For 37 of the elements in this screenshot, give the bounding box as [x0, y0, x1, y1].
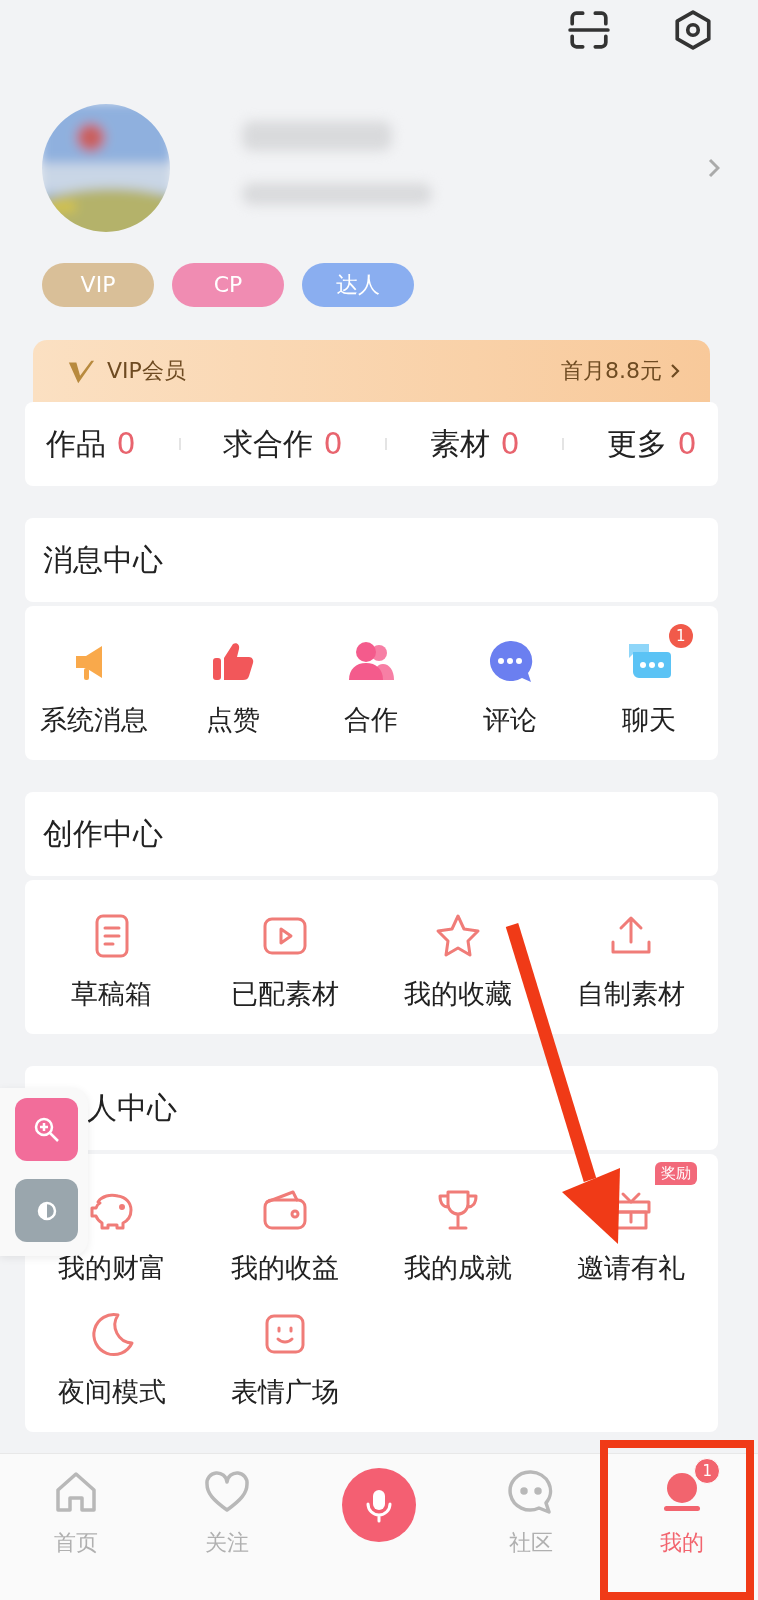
settings-icon[interactable] — [672, 9, 714, 51]
chat-bubble-icon — [506, 1468, 555, 1516]
section-header: 消息中心 — [25, 518, 718, 602]
section-header: 人中心 — [25, 1066, 718, 1150]
badge: 达人 — [302, 263, 414, 307]
menu-item[interactable]: 评论 — [440, 614, 580, 738]
menu-item[interactable]: 我的财富 — [25, 1162, 199, 1286]
chevron-right-icon[interactable] — [708, 157, 720, 178]
count-badge: 1 — [694, 1458, 721, 1484]
badge: CP — [172, 263, 284, 307]
stat-item[interactable]: 求合作 0 — [223, 423, 343, 465]
menu-item[interactable]: 1 聊天 — [579, 614, 718, 738]
menu-item[interactable]: 点赞 — [163, 614, 303, 738]
menu-item[interactable]: 我的收藏 — [371, 888, 545, 1012]
badge: VIP — [42, 263, 154, 307]
reward-tag: 奖励 — [655, 1162, 698, 1185]
vip-banner[interactable]: VIP会员 首月8.8元 — [33, 340, 710, 402]
menu-item[interactable]: 我的收益 — [198, 1162, 372, 1286]
menu-item[interactable]: 表情广场 — [198, 1286, 372, 1410]
vip-title: VIP会员 — [107, 357, 186, 385]
stat-item[interactable]: 素材 0 — [430, 423, 520, 465]
menu-item[interactable]: 自制素材 — [544, 888, 718, 1012]
section-header: 创作中心 — [25, 792, 718, 876]
menu-item[interactable]: 夜间模式 — [25, 1286, 199, 1410]
menu-item[interactable]: 合作 — [302, 614, 441, 738]
menu-item[interactable]: 我的成就 — [371, 1162, 545, 1286]
stat-item[interactable]: 更多 0 — [607, 423, 697, 465]
scan-icon[interactable] — [568, 9, 610, 51]
count-badge: 1 — [668, 624, 693, 648]
stat-item[interactable]: 作品 0 — [46, 423, 136, 465]
menu-item[interactable]: 草稿箱 — [25, 888, 199, 1012]
chevron-right-icon — [670, 363, 680, 379]
contrast-button[interactable] — [15, 1179, 78, 1242]
menu-item[interactable]: 已配素材 — [198, 888, 372, 1012]
zoom-button[interactable] — [15, 1098, 78, 1161]
vip-offer: 首月8.8元 — [561, 357, 662, 385]
menu-item[interactable]: 系统消息 — [25, 614, 164, 738]
